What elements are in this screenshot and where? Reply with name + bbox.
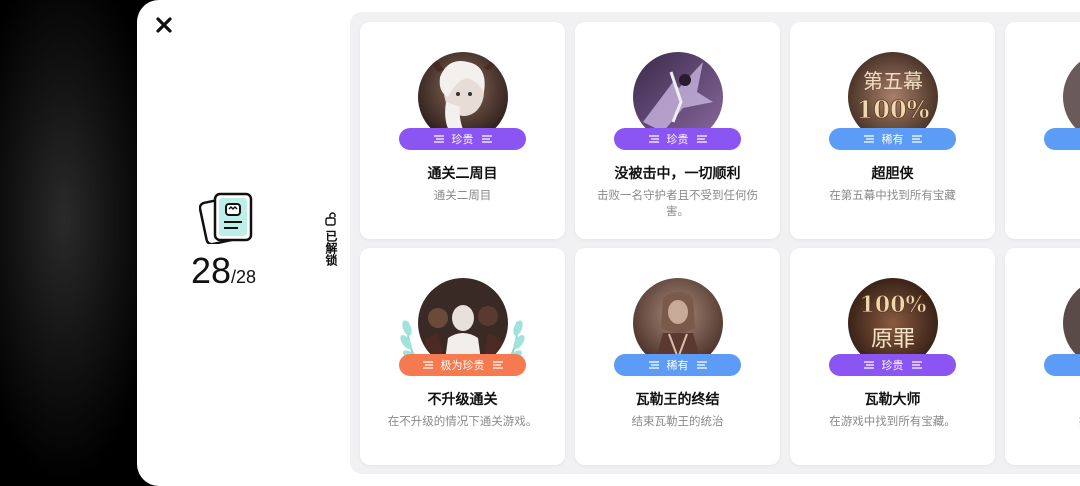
achievement-summary: 28/28 xyxy=(177,190,287,300)
journal-icon xyxy=(199,192,253,244)
unlocked-filter-tab[interactable]: 已解锁 xyxy=(323,212,339,270)
achievement-card-daredevil[interactable]: 第五幕 100% 稀有 超胆侠 在第五幕中找到所有宝藏 xyxy=(790,22,995,239)
rarity-badge: 珍贵 xyxy=(829,354,956,376)
achievement-card-no-level-up[interactable]: 极为珍贵 不升级通关 在不升级的情况下通关游戏。 xyxy=(360,248,565,465)
rarity-badge: 珍贵 xyxy=(614,128,741,150)
achievement-title: 不升级通关 xyxy=(427,392,498,408)
badge-deco-icon xyxy=(492,361,503,369)
badge-deco-icon xyxy=(648,135,659,143)
achievement-title: 瓦勒王的终结 xyxy=(635,392,720,408)
achievement-title: 没被击中，一切顺利 xyxy=(614,166,741,182)
rarity-label: 珍贵 xyxy=(666,133,689,146)
badge-deco-icon xyxy=(863,135,874,143)
achievement-title: 超胆侠 xyxy=(871,166,914,182)
badge-deco-icon xyxy=(433,135,444,143)
achievement-description: 击败一名守护者且不受到任何伤害。 xyxy=(597,188,758,218)
rarity-label: 珍贵 xyxy=(451,133,474,146)
rarity-label: 稀有 xyxy=(666,359,689,372)
rarity-badge xyxy=(1044,354,1080,376)
rarity-badge: 极为珍贵 xyxy=(399,354,526,376)
rarity-badge xyxy=(1044,128,1080,150)
achievement-card-master[interactable]: 100% 原罪 珍贵 瓦勒大师 在游戏中找到所有宝藏。 xyxy=(790,248,995,465)
badge-deco-icon xyxy=(648,361,659,369)
badge-deco-icon xyxy=(863,361,874,369)
achievement-description: 结束瓦勒王的统治 xyxy=(631,414,724,428)
achievement-card-partial-bottom[interactable]: 拼接 找到时空组 xyxy=(1005,248,1080,465)
achievement-title: 拼接 xyxy=(1005,389,1080,409)
badge-deco-icon xyxy=(911,361,922,369)
close-button[interactable] xyxy=(153,14,175,36)
achievement-card-partial-top[interactable]: 最 击败 xyxy=(1005,22,1080,239)
badge-deco-icon xyxy=(696,135,707,143)
rarity-badge: 稀有 xyxy=(614,354,741,376)
unlocked-filter-label: 已解锁 xyxy=(324,230,338,266)
achievement-card-no-hit[interactable]: 珍贵 没被击中，一切顺利 击败一名守护者且不受到任何伤害。 xyxy=(575,22,780,239)
total-count: /28 xyxy=(231,267,257,287)
achievement-title: 最 xyxy=(1005,163,1080,183)
badge-deco-icon xyxy=(481,135,492,143)
achievement-description: 通关二周目 xyxy=(433,188,492,202)
rarity-label: 极为珍贵 xyxy=(440,359,485,372)
rarity-badge: 珍贵 xyxy=(399,128,526,150)
art-text-bottom: 原罪 xyxy=(871,327,915,352)
background-artwork xyxy=(0,0,160,486)
achievement-description: 在游戏中找到所有宝藏。 xyxy=(829,414,956,428)
achievement-description: 在第五幕中找到所有宝藏 xyxy=(829,188,956,202)
achievement-count: 28/28 xyxy=(191,250,256,292)
achievement-description: 在不升级的情况下通关游戏。 xyxy=(387,414,538,428)
art-text-bottom: 100% xyxy=(857,95,930,124)
art-text-top: 100% xyxy=(860,292,927,318)
achievements-panel: 28/28 已解锁 珍贵 通关二周目 通关二周目 珍贵 没被击中，一切顺利 击败… xyxy=(137,0,1080,486)
rarity-label: 珍贵 xyxy=(881,359,904,372)
achievement-card-second-playthrough[interactable]: 珍贵 通关二周目 通关二周目 xyxy=(360,22,565,239)
achievement-grid: 珍贵 通关二周目 通关二周目 珍贵 没被击中，一切顺利 击败一名守护者且不受到任… xyxy=(350,12,1080,474)
badge-deco-icon xyxy=(696,361,707,369)
rarity-label: 稀有 xyxy=(881,133,904,146)
achievement-description: 击败 xyxy=(1023,187,1080,203)
achievement-description: 找到时空组 xyxy=(1023,413,1080,429)
achievement-title: 通关二周目 xyxy=(427,166,498,182)
art-text-top: 第五幕 xyxy=(863,69,923,93)
rarity-badge: 稀有 xyxy=(829,128,956,150)
badge-deco-icon xyxy=(422,361,433,369)
badge-deco-icon xyxy=(911,135,922,143)
unlocked-count: 28 xyxy=(191,250,232,291)
achievement-title: 瓦勒大师 xyxy=(864,392,921,408)
unlock-icon xyxy=(325,212,336,226)
close-icon xyxy=(156,17,172,33)
achievement-card-end-of-king[interactable]: 稀有 瓦勒王的终结 结束瓦勒王的统治 xyxy=(575,248,780,465)
